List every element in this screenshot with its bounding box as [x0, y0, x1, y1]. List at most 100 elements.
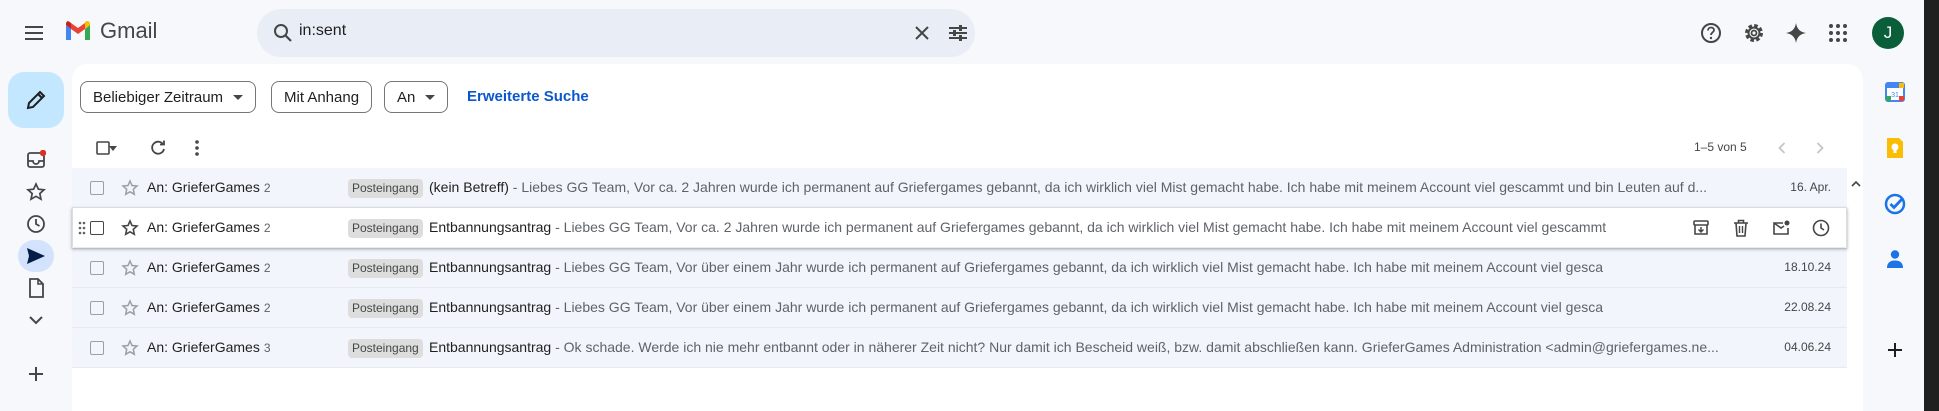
email-row[interactable]: An: GrieferGames 2 Posteingang Entbannung…: [72, 288, 1847, 328]
account-avatar[interactable]: J: [1872, 17, 1904, 49]
email-snippet: - Ok schade. Werde ich nie mehr entbannt…: [551, 339, 1719, 355]
email-sender: An: GrieferGames 2: [147, 259, 271, 275]
clear-search-icon[interactable]: [905, 16, 939, 50]
drag-handle-icon[interactable]: [78, 220, 86, 236]
gemini-sparkle-icon[interactable]: [1779, 16, 1813, 50]
email-snippet: - Liebes GG Team, Vor über einem Jahr wu…: [551, 259, 1604, 275]
inbox-label-badge: Posteingang: [348, 219, 423, 238]
email-subject: (kein Betreff): [429, 179, 509, 195]
list-toolbar: 1–5 von 5: [72, 128, 1863, 168]
search-bar[interactable]: [257, 9, 975, 57]
email-row[interactable]: An: GrieferGames 2 Posteingang (kein Betr…: [72, 168, 1847, 208]
time-filter-label: Beliebiger Zeitraum: [93, 88, 224, 106]
email-snippet: - Liebes GG Team, Vor ca. 2 Jahren wurde…: [508, 179, 1708, 195]
row-checkbox[interactable]: [90, 181, 104, 195]
inbox-icon[interactable]: [24, 148, 48, 172]
inbox-label-badge: Posteingang: [348, 179, 423, 198]
gmail-m-icon: [66, 20, 90, 40]
inbox-label-badge: Posteingang: [348, 299, 423, 318]
pagination-text: 1–5 von 5: [1694, 140, 1747, 154]
settings-gear-icon[interactable]: [1737, 16, 1771, 50]
search-input[interactable]: [299, 22, 799, 40]
row-checkbox[interactable]: [90, 301, 104, 315]
row-checkbox[interactable]: [90, 341, 104, 355]
more-chevron-down-icon[interactable]: [24, 308, 48, 332]
sender-name: An: GrieferGames: [147, 299, 260, 315]
thread-count: 2: [263, 301, 271, 315]
archive-icon[interactable]: [1685, 212, 1717, 244]
more-options-icon[interactable]: [180, 131, 214, 165]
inbox-label-badge: Posteingang: [348, 339, 423, 358]
email-subject: Entbannungsantrag: [429, 299, 552, 315]
starred-icon[interactable]: [24, 180, 48, 204]
create-label-plus-icon[interactable]: [24, 362, 48, 386]
keep-notes-icon[interactable]: [1883, 136, 1907, 160]
to-filter-label: An: [397, 88, 416, 106]
email-list: An: GrieferGames 2 Posteingang (kein Betr…: [72, 168, 1847, 368]
add-addon-plus-icon[interactable]: [1883, 338, 1907, 362]
contacts-icon[interactable]: [1883, 247, 1907, 271]
star-icon[interactable]: [120, 258, 140, 278]
sender-name: An: GrieferGames: [147, 179, 260, 195]
next-page-chevron-icon[interactable]: [1803, 131, 1837, 165]
sent-nav-item[interactable]: [18, 240, 54, 272]
email-sender: An: GrieferGames 2: [147, 299, 271, 315]
left-navigation-rail: [0, 64, 72, 411]
scrollbar-up-arrow-icon[interactable]: [1851, 174, 1861, 192]
previous-page-chevron-icon[interactable]: [1765, 131, 1799, 165]
thread-count: 2: [263, 261, 271, 275]
to-filter-chip[interactable]: An: [384, 81, 449, 113]
snoozed-clock-icon[interactable]: [24, 212, 48, 236]
main-panel: Beliebiger Zeitraum Mit Anhang An Erweit…: [72, 64, 1863, 411]
dropdown-caret-icon: [233, 94, 244, 100]
email-subject-line: Entbannungsantrag - Liebes GG Team, Vor …: [429, 219, 1629, 235]
sender-name: An: GrieferGames: [147, 219, 260, 235]
star-icon[interactable]: [120, 298, 140, 318]
star-icon[interactable]: [120, 338, 140, 358]
email-subject: Entbannungsantrag: [429, 339, 552, 355]
attachment-filter-chip[interactable]: Mit Anhang: [271, 81, 373, 113]
email-date: 22.08.24: [1784, 300, 1831, 314]
email-sender: An: GrieferGames 2: [147, 219, 271, 235]
send-icon: [27, 248, 45, 264]
main-menu-icon[interactable]: [18, 16, 52, 50]
email-subject-line: Entbannungsantrag - Ok schade. Werde ich…: [429, 339, 1734, 355]
apps-grid-icon[interactable]: [1821, 16, 1855, 50]
time-filter-chip[interactable]: Beliebiger Zeitraum: [80, 81, 257, 113]
row-checkbox[interactable]: [90, 221, 104, 235]
row-checkbox[interactable]: [90, 261, 104, 275]
calendar-icon[interactable]: 31: [1883, 80, 1907, 104]
email-row[interactable]: An: GrieferGames 3 Posteingang Entbannung…: [72, 328, 1847, 368]
email-sender: An: GrieferGames 2: [147, 179, 271, 195]
drafts-file-icon[interactable]: [24, 276, 48, 300]
email-sender: An: GrieferGames 3: [147, 339, 271, 355]
delete-trash-icon[interactable]: [1725, 212, 1757, 244]
star-icon[interactable]: [120, 218, 140, 238]
sender-name: An: GrieferGames: [147, 339, 260, 355]
email-date: 16. Apr.: [1790, 180, 1831, 194]
thread-count: 2: [263, 221, 271, 235]
email-row[interactable]: An: GrieferGames 2 Posteingang Entbannung…: [72, 208, 1847, 248]
gmail-logo[interactable]: Gmail: [64, 18, 157, 44]
search-icon[interactable]: [271, 21, 295, 45]
top-bar: Gmail J: [0, 0, 1939, 64]
help-icon[interactable]: [1694, 16, 1728, 50]
email-row[interactable]: An: GrieferGames 2 Posteingang Entbannung…: [72, 248, 1847, 288]
email-snippet: - Liebes GG Team, Vor ca. 2 Jahren wurde…: [551, 219, 1607, 235]
email-subject-line: Entbannungsantrag - Liebes GG Team, Vor …: [429, 259, 1734, 275]
star-icon[interactable]: [120, 178, 140, 198]
email-subject: Entbannungsantrag: [429, 219, 552, 235]
select-menu-caret-icon[interactable]: [104, 131, 122, 165]
app-name: Gmail: [100, 18, 158, 43]
snooze-clock-icon[interactable]: [1805, 212, 1837, 244]
email-snippet: - Liebes GG Team, Vor über einem Jahr wu…: [551, 299, 1604, 315]
search-options-icon[interactable]: [941, 16, 975, 50]
refresh-icon[interactable]: [141, 131, 175, 165]
email-date: 04.06.24: [1784, 340, 1831, 354]
tasks-icon[interactable]: [1883, 192, 1907, 216]
sender-name: An: GrieferGames: [147, 259, 260, 275]
pencil-icon: [26, 90, 46, 110]
compose-button[interactable]: [8, 72, 64, 128]
mark-as-unread-icon[interactable]: [1765, 212, 1797, 244]
advanced-search-link[interactable]: Erweiterte Suche: [467, 88, 589, 105]
